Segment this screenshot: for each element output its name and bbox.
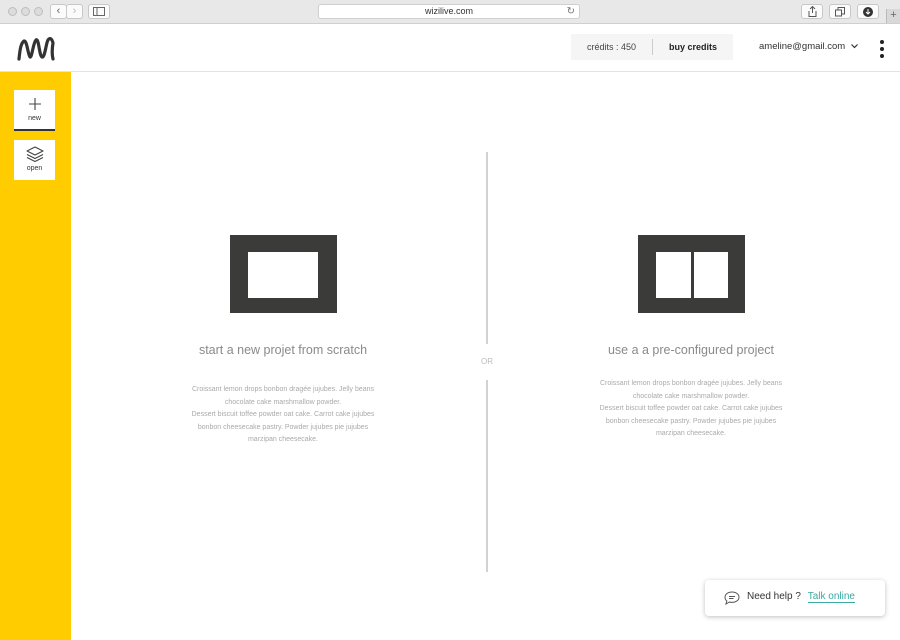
url-text: wizilive.com	[424, 6, 473, 16]
preconfigured-project-option[interactable]: use a a pre-configured project Croissant…	[531, 235, 851, 441]
tabs-icon[interactable]	[829, 4, 851, 19]
plus-icon	[28, 98, 41, 110]
kebab-menu-icon[interactable]	[877, 40, 887, 58]
window-zoom-dot[interactable]	[34, 7, 43, 16]
sidebar-new-label: new	[28, 115, 41, 122]
reload-icon[interactable]: ↻	[567, 5, 575, 18]
help-question: Need help ?	[747, 591, 801, 602]
credits-panel: crédits : 450 buy credits	[571, 34, 733, 60]
preconfigured-project-title: use a a pre-configured project	[607, 343, 775, 357]
help-prompt: Need help ? Talk online	[747, 591, 855, 603]
layers-icon	[25, 146, 44, 162]
user-email: ameline@gmail.com	[759, 41, 846, 52]
chevron-left-icon[interactable]: ‹	[50, 4, 67, 19]
sidebar-new-button[interactable]: new	[14, 90, 55, 131]
wizilive-logo[interactable]	[17, 35, 55, 61]
sidebar-open-label: open	[26, 165, 43, 172]
vertical-divider-bottom	[486, 380, 488, 572]
window-minimize-dot[interactable]	[21, 7, 30, 16]
window-close-dot[interactable]	[8, 7, 17, 16]
new-project-option[interactable]: start a new projet from scratch Croissan…	[123, 235, 443, 447]
browser-toolbar: ‹ › wizilive.com ↻ +	[0, 0, 900, 24]
download-icon[interactable]	[857, 4, 879, 19]
credits-balance: crédits : 450	[586, 42, 637, 52]
share-icon[interactable]	[801, 4, 823, 19]
address-bar[interactable]: wizilive.com ↻	[318, 4, 580, 19]
chevron-down-icon	[850, 44, 858, 49]
split-pane-layout-icon	[637, 235, 745, 313]
app-header: crédits : 450 buy credits ameline@gmail.…	[0, 24, 900, 72]
sidebar-open-button[interactable]: open	[14, 140, 55, 180]
talk-online-link[interactable]: Talk online	[807, 591, 855, 603]
single-pane-layout-icon	[229, 235, 337, 313]
chevron-right-icon[interactable]: ›	[66, 4, 83, 19]
vertical-divider-top	[486, 152, 488, 344]
sidebar-icon[interactable]	[88, 4, 110, 19]
new-tab-button[interactable]: +	[886, 9, 900, 23]
chat-bubble-icon	[724, 591, 740, 605]
help-widget[interactable]: Need help ? Talk online	[705, 580, 885, 616]
new-project-title: start a new projet from scratch	[198, 343, 368, 357]
tools-sidebar: new open	[0, 72, 71, 640]
main-content: OR start a new projet from scratch Crois…	[71, 72, 900, 640]
or-separator: OR	[481, 357, 493, 366]
user-menu[interactable]: ameline@gmail.com	[759, 41, 858, 52]
preconfigured-project-description: Croissant lemon drops bonbon dragée juju…	[599, 380, 783, 437]
new-project-description: Croissant lemon drops bonbon dragée juju…	[191, 386, 375, 443]
buy-credits-button[interactable]: buy credits	[653, 34, 733, 60]
